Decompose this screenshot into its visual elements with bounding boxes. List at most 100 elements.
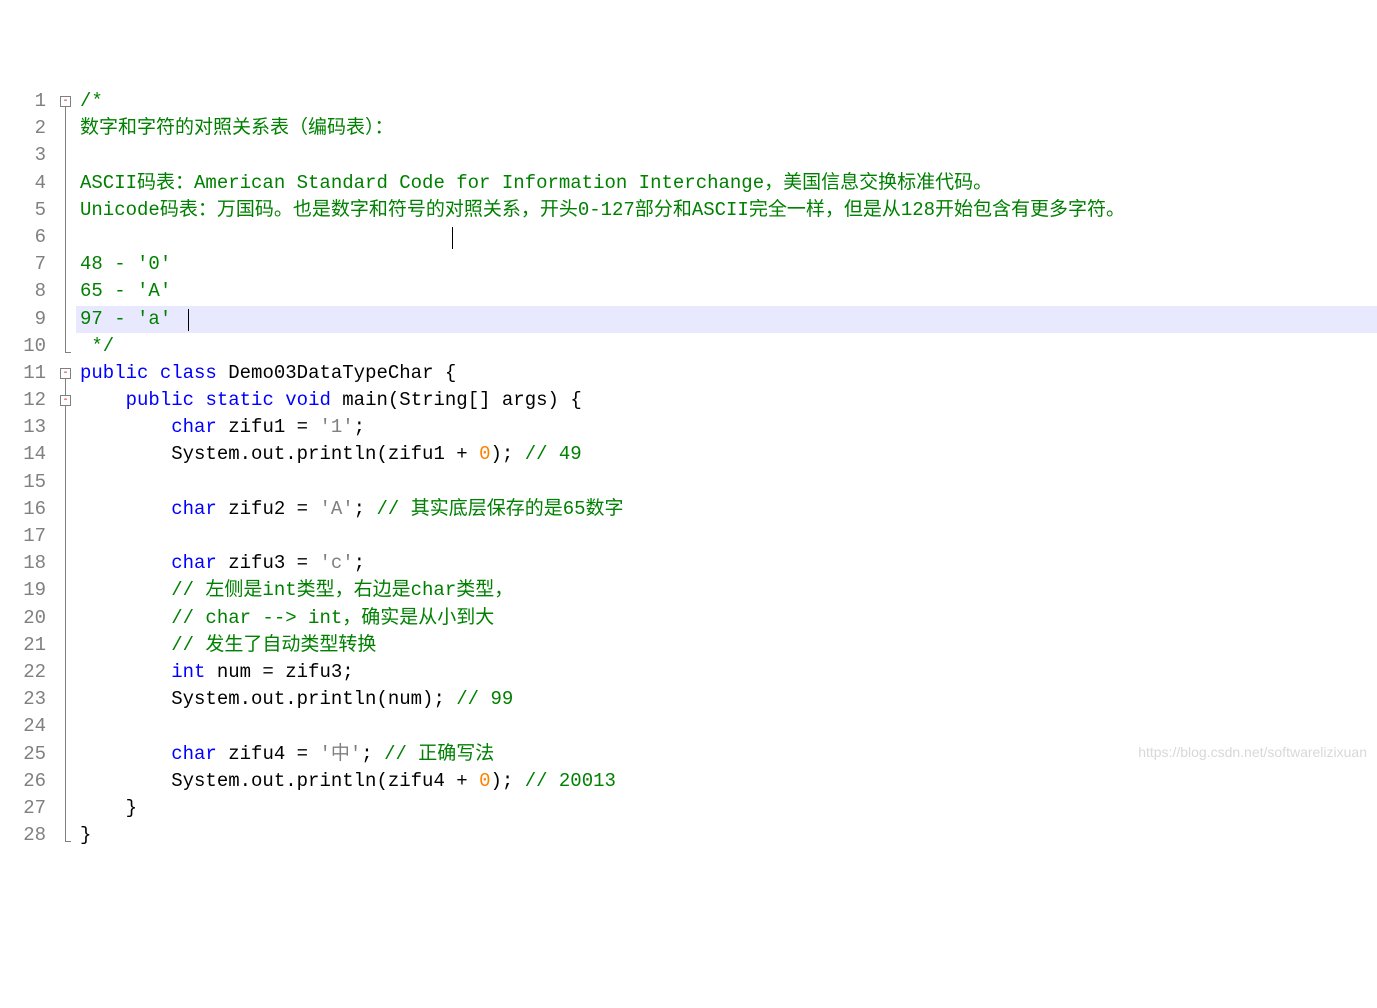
code-editor[interactable]: 1234567891011121314151617181920212223242… xyxy=(0,88,1377,854)
code-token: zifu4 = xyxy=(228,743,319,765)
code-token: class xyxy=(160,362,228,384)
code-token: '中' xyxy=(319,743,361,765)
code-token: /* xyxy=(80,90,103,112)
code-line[interactable]: 48 - '0' xyxy=(76,251,1377,278)
line-number: 8 xyxy=(0,278,46,305)
code-line[interactable]: } xyxy=(76,822,1377,849)
code-token xyxy=(80,743,171,765)
code-line[interactable]: int num = zifu3; xyxy=(76,659,1377,686)
code-line[interactable]: } xyxy=(76,795,1377,822)
line-number: 27 xyxy=(0,795,46,822)
line-number: 14 xyxy=(0,441,46,468)
line-number: 9 xyxy=(0,306,46,333)
code-line[interactable]: System.out.println(zifu4 + 0); // 20013 xyxy=(76,768,1377,795)
code-token: num = zifu3; xyxy=(217,661,354,683)
code-token xyxy=(80,661,171,683)
code-line[interactable]: 数字和字符的对照关系表（编码表）： xyxy=(76,115,1377,142)
code-token: zifu2 = xyxy=(228,498,319,520)
fold-toggle[interactable]: - xyxy=(60,395,71,406)
code-line[interactable]: // 左侧是int类型，右边是char类型， xyxy=(76,577,1377,604)
code-token xyxy=(80,498,171,520)
line-number: 3 xyxy=(0,142,46,169)
code-token: zifu3 = xyxy=(228,552,319,574)
line-number: 21 xyxy=(0,632,46,659)
code-token: 0 xyxy=(479,443,490,465)
line-number: 1 xyxy=(0,88,46,115)
code-token: ); xyxy=(490,770,524,792)
code-token: ; xyxy=(354,416,365,438)
code-line[interactable] xyxy=(76,224,1377,251)
code-token: 97 - 'a' xyxy=(80,308,171,330)
fold-toggle[interactable]: - xyxy=(60,96,71,107)
code-token: public xyxy=(80,362,160,384)
code-token: 'A' xyxy=(319,498,353,520)
code-token: char xyxy=(171,498,228,520)
code-line[interactable]: 65 - 'A' xyxy=(76,278,1377,305)
code-token: } xyxy=(80,824,91,846)
code-line[interactable]: // 发生了自动类型转换 xyxy=(76,632,1377,659)
code-line[interactable]: /* xyxy=(76,88,1377,115)
code-line[interactable]: */ xyxy=(76,333,1377,360)
code-line[interactable]: Unicode码表：万国码。也是数字和符号的对照关系，开头0-127部分和ASC… xyxy=(76,197,1377,224)
code-token: Demo03DataTypeChar { xyxy=(228,362,456,384)
code-line[interactable]: 97 - 'a' xyxy=(76,306,1377,333)
line-number: 6 xyxy=(0,224,46,251)
code-token xyxy=(80,416,171,438)
code-token: static xyxy=(205,389,285,411)
code-line[interactable] xyxy=(76,469,1377,496)
code-token: // 99 xyxy=(456,688,513,710)
code-line[interactable] xyxy=(76,142,1377,169)
code-line[interactable]: System.out.println(num); // 99 xyxy=(76,686,1377,713)
code-token: int xyxy=(171,661,217,683)
line-number: 22 xyxy=(0,659,46,686)
code-token: System.out.println(zifu1 + xyxy=(80,443,479,465)
code-token xyxy=(80,579,171,601)
code-token: */ xyxy=(80,335,114,357)
code-token xyxy=(80,607,171,629)
code-token: ; xyxy=(361,743,384,765)
code-token: // 发生了自动类型转换 xyxy=(171,634,376,656)
code-token: 48 - '0' xyxy=(80,253,171,275)
code-line[interactable]: public static void main(String[] args) { xyxy=(76,387,1377,414)
code-token: // 20013 xyxy=(525,770,616,792)
code-token: public xyxy=(126,389,206,411)
code-line[interactable]: ASCII码表：American Standard Code for Infor… xyxy=(76,170,1377,197)
code-token: ; xyxy=(354,552,365,574)
line-number-gutter: 1234567891011121314151617181920212223242… xyxy=(0,88,58,854)
code-line[interactable]: System.out.println(zifu1 + 0); // 49 xyxy=(76,441,1377,468)
fold-toggle[interactable]: - xyxy=(60,368,71,379)
line-number: 25 xyxy=(0,741,46,768)
code-token: // 左侧是int类型，右边是char类型， xyxy=(171,579,513,601)
line-number: 26 xyxy=(0,768,46,795)
line-number: 5 xyxy=(0,197,46,224)
code-token xyxy=(80,634,171,656)
code-line[interactable] xyxy=(76,523,1377,550)
code-line[interactable]: char zifu3 = 'c'; xyxy=(76,550,1377,577)
code-line[interactable]: char zifu1 = '1'; xyxy=(76,414,1377,441)
code-line[interactable]: // char --> int，确实是从小到大 xyxy=(76,605,1377,632)
code-token: char xyxy=(171,552,228,574)
line-number: 4 xyxy=(0,170,46,197)
code-token: // char --> int，确实是从小到大 xyxy=(171,607,494,629)
line-number: 13 xyxy=(0,414,46,441)
code-line[interactable] xyxy=(76,713,1377,740)
line-number: 28 xyxy=(0,822,46,849)
line-number: 15 xyxy=(0,469,46,496)
code-token: '1' xyxy=(319,416,353,438)
code-token: ); xyxy=(490,443,524,465)
code-token: // 49 xyxy=(525,443,582,465)
code-token: 数字和字符的对照关系表（编码表）： xyxy=(80,117,394,139)
line-number: 23 xyxy=(0,686,46,713)
line-number: 24 xyxy=(0,713,46,740)
code-token: char xyxy=(171,416,228,438)
code-line[interactable]: public class Demo03DataTypeChar { xyxy=(76,360,1377,387)
code-token: char xyxy=(171,743,228,765)
text-cursor xyxy=(188,309,189,331)
code-token: 'c' xyxy=(319,552,353,574)
code-area[interactable]: /* 数字和字符的对照关系表（编码表）： ASCII码表：American Stan… xyxy=(76,88,1377,854)
code-token: System.out.println(zifu4 + xyxy=(80,770,479,792)
code-line[interactable]: char zifu2 = 'A'; // 其实底层保存的是65数字 xyxy=(76,496,1377,523)
line-number: 17 xyxy=(0,523,46,550)
fold-column[interactable]: - - - xyxy=(58,88,76,854)
code-token xyxy=(80,552,171,574)
